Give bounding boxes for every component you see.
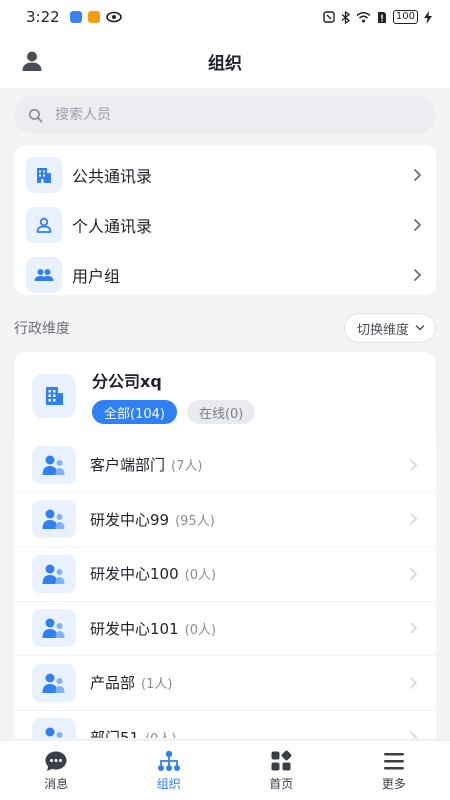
department-name: 客户端部门: [90, 456, 166, 475]
department-row[interactable]: 研发中心99 (95人): [14, 493, 436, 547]
search-bar[interactable]: [14, 96, 436, 134]
header: 组织: [0, 34, 450, 88]
nav-more[interactable]: 更多: [338, 741, 450, 800]
department-icon: [32, 609, 76, 648]
nav-label: 消息: [44, 776, 69, 791]
filter-all-chip[interactable]: 全部(104): [92, 400, 177, 424]
department-list: 客户端部门 (7人) 研发中心99 (95人) 研发中心100 (0人) 研发中…: [14, 438, 436, 738]
status-bar: 3:22 100: [0, 0, 450, 34]
department-row[interactable]: 客户端部门 (7人): [14, 438, 436, 493]
nav-label: 组织: [156, 776, 181, 791]
department-row[interactable]: 研发中心100 (0人): [14, 547, 436, 602]
bottom-nav: 消息 组织 首页 更多: [0, 740, 450, 800]
department-icon: [32, 500, 76, 539]
notification-icon: [69, 11, 82, 23]
company-name: 分公司xq: [92, 372, 162, 391]
company-card[interactable]: 分公司xq 全部(104) 在线(0): [14, 352, 436, 438]
org-icon: [157, 750, 180, 771]
person-icon: [26, 207, 62, 243]
filter-online-chip[interactable]: 在线(0): [186, 400, 256, 424]
profile-icon[interactable]: [20, 49, 44, 73]
department-count: (95人): [175, 513, 215, 529]
chevron-right-icon: [414, 219, 422, 231]
quick-link-label: 公共通讯录: [72, 167, 153, 186]
notification-icon: [87, 11, 100, 23]
quick-link-public-directory[interactable]: 公共通讯录: [14, 150, 436, 200]
chevron-right-icon: [410, 622, 418, 635]
charging-icon: [424, 10, 432, 24]
switch-dimension-button[interactable]: 切换维度: [343, 313, 436, 343]
chevron-right-icon: [414, 169, 422, 181]
department-count: (0人): [184, 622, 217, 638]
department-name: 研发中心101: [90, 619, 179, 638]
nav-messages[interactable]: 消息: [0, 741, 113, 800]
group-icon: [26, 257, 62, 293]
home-grid-icon: [271, 750, 292, 770]
chevron-right-icon: [414, 269, 422, 281]
chevron-right-icon: [410, 513, 418, 526]
quick-links-card: 公共通讯录 个人通讯录 用户组: [14, 145, 436, 295]
department-icon: [32, 718, 76, 738]
quick-link-label: 用户组: [72, 267, 121, 286]
nav-label: 更多: [381, 776, 406, 791]
chevron-right-icon: [410, 676, 418, 689]
wifi-icon: [356, 12, 371, 23]
search-icon: [28, 108, 43, 122]
quick-link-label: 个人通讯录: [72, 217, 153, 236]
chevron-right-icon: [410, 567, 418, 580]
menu-icon: [383, 752, 404, 769]
nfc-icon: [323, 11, 335, 23]
department-row[interactable]: 部门51 (0人): [14, 711, 436, 738]
department-count: (0人): [145, 728, 176, 738]
department-icon: [32, 663, 76, 702]
nav-home[interactable]: 首页: [225, 741, 338, 800]
quick-link-personal-directory[interactable]: 个人通讯录: [14, 200, 436, 250]
department-name: 研发中心100: [90, 565, 179, 584]
department-row[interactable]: 产品部 (1人): [14, 656, 436, 711]
department-name: 部门51: [90, 728, 140, 738]
chevron-down-icon: [415, 325, 425, 331]
bluetooth-icon: [341, 10, 350, 24]
sim-icon: [377, 11, 386, 23]
message-icon: [45, 751, 67, 771]
chevron-right-icon: [410, 731, 418, 738]
building-icon: [26, 157, 62, 193]
quick-link-user-groups[interactable]: 用户组: [14, 250, 436, 300]
section-title: 行政维度: [14, 321, 70, 337]
department-count: (1人): [141, 677, 173, 693]
department-icon: [32, 554, 76, 593]
status-time: 3:22: [26, 8, 60, 26]
department-row[interactable]: 研发中心101 (0人): [14, 602, 436, 656]
nav-label: 首页: [269, 776, 294, 791]
department-name: 研发中心99: [90, 510, 170, 529]
chevron-right-icon: [410, 458, 418, 471]
department-count: (0人): [184, 568, 217, 584]
page-title: 组织: [208, 53, 242, 74]
company-building-icon: [32, 374, 76, 418]
nav-organization[interactable]: 组织: [113, 741, 226, 800]
search-input[interactable]: [55, 107, 375, 123]
eye-icon: [105, 11, 122, 23]
switch-dimension-label: 切换维度: [356, 322, 409, 338]
department-icon: [32, 445, 76, 484]
department-name: 产品部: [90, 674, 136, 693]
department-count: (7人): [171, 459, 203, 475]
dimension-section-header: 行政维度 切换维度: [14, 312, 436, 344]
battery-indicator: 100: [392, 10, 418, 24]
